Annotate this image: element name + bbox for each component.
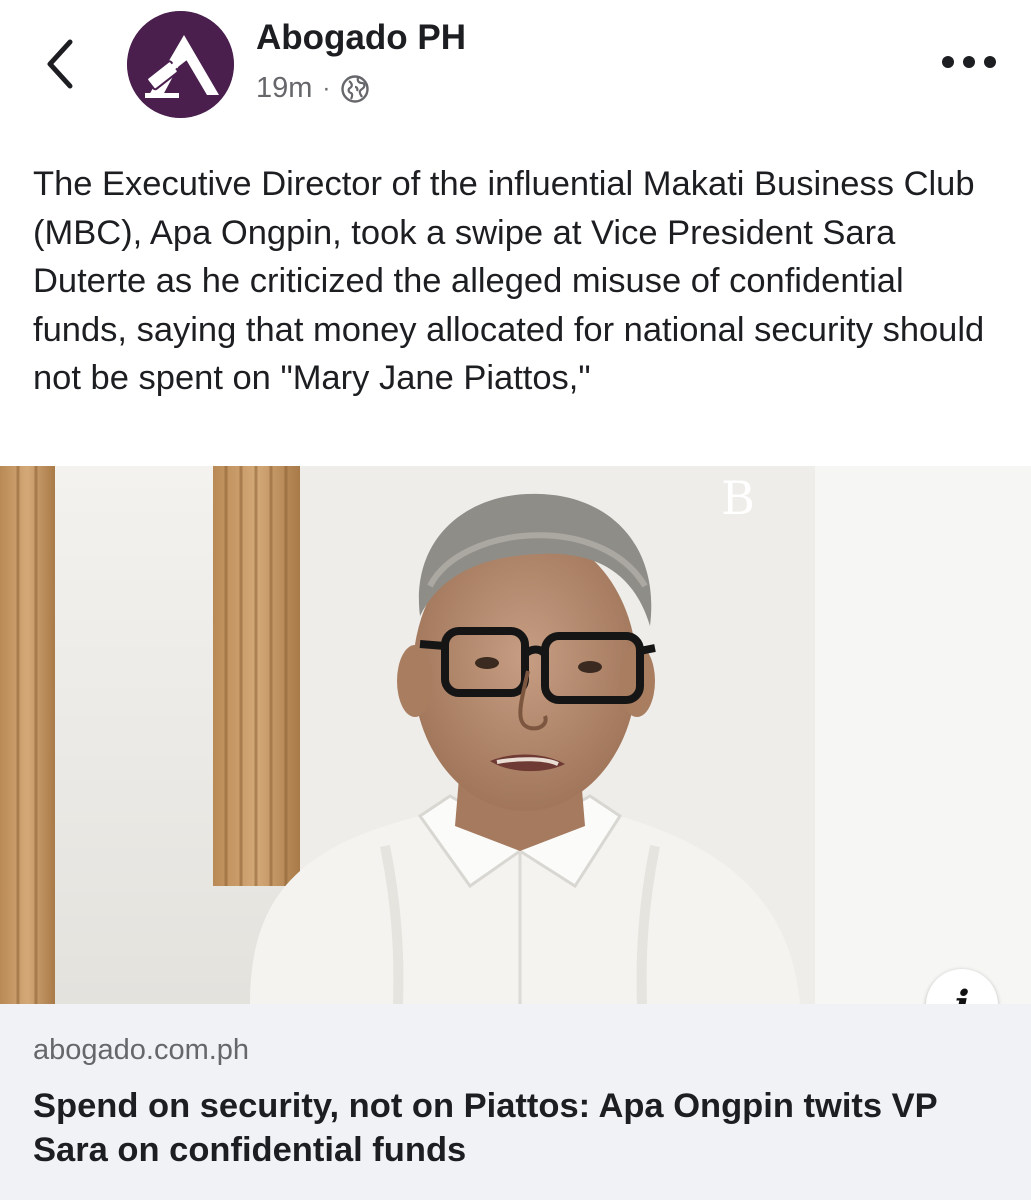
post-timestamp[interactable]: 19m: [256, 72, 312, 105]
article-photo: B: [0, 466, 1031, 1004]
image-watermark: B: [721, 471, 755, 525]
link-preview-image[interactable]: B: [0, 466, 1031, 1004]
back-button[interactable]: [38, 34, 88, 94]
link-title: Spend on security, not on Piattos: Apa O…: [33, 1087, 938, 1169]
post-header: Abogado PH 19m ·: [0, 0, 1031, 140]
link-domain: abogado.com.ph: [33, 1034, 250, 1066]
page-name[interactable]: Abogado PH: [256, 18, 466, 58]
more-horizontal-icon: [942, 56, 954, 68]
more-options-button[interactable]: [942, 50, 996, 74]
globe-icon: [341, 74, 370, 103]
abogado-logo-icon: [127, 11, 234, 118]
link-preview-card[interactable]: B abogado.com.ph Spend on security, not …: [0, 466, 1031, 1200]
avatar[interactable]: [127, 11, 234, 118]
info-icon: i: [954, 982, 969, 1005]
link-preview-footer[interactable]: abogado.com.ph Spend on security, not on…: [0, 1004, 1031, 1200]
chevron-left-icon: [47, 39, 73, 89]
meta-separator: ·: [322, 74, 331, 102]
post-text: The Executive Director of the influentia…: [33, 165, 985, 397]
post-meta: 19m ·: [256, 72, 370, 105]
